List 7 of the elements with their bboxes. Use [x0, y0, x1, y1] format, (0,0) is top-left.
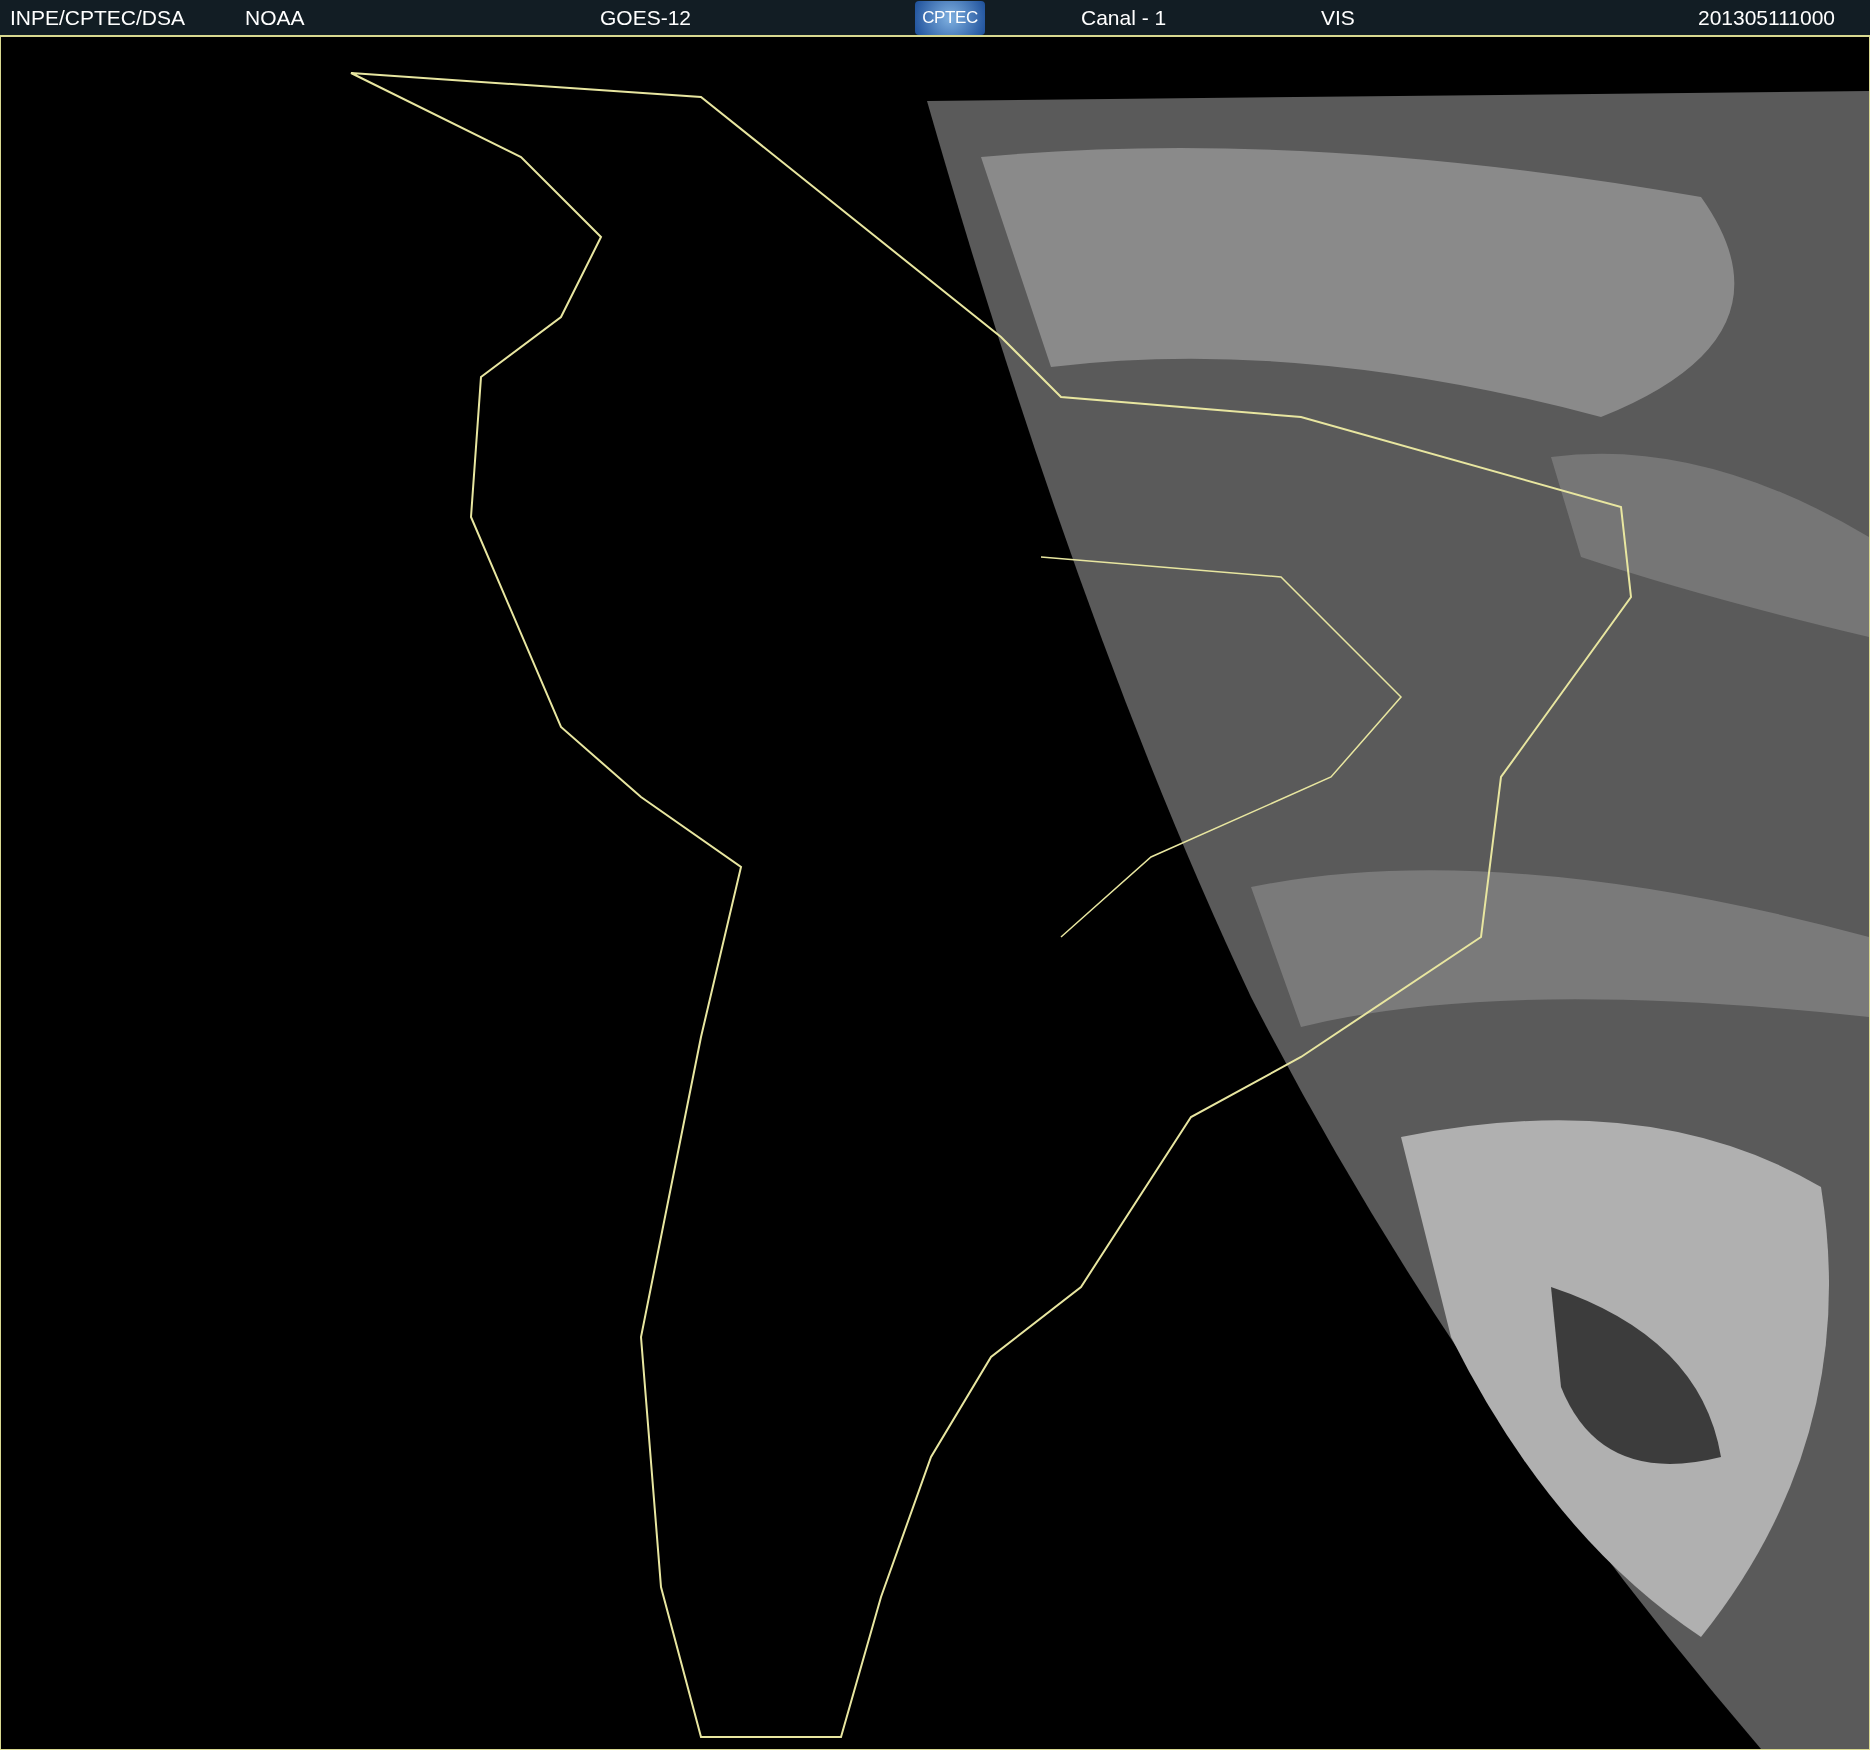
source-label: INPE/CPTEC/DSA: [10, 4, 187, 31]
logo: CPTEC: [915, 0, 985, 35]
agency-label: NOAA: [245, 4, 306, 31]
timestamp-label: 201305111000: [1697, 4, 1835, 31]
band-label: VIS: [1321, 4, 1356, 31]
satellite-label: GOES-12: [600, 4, 693, 31]
channel-label: Canal - 1: [1081, 4, 1168, 31]
